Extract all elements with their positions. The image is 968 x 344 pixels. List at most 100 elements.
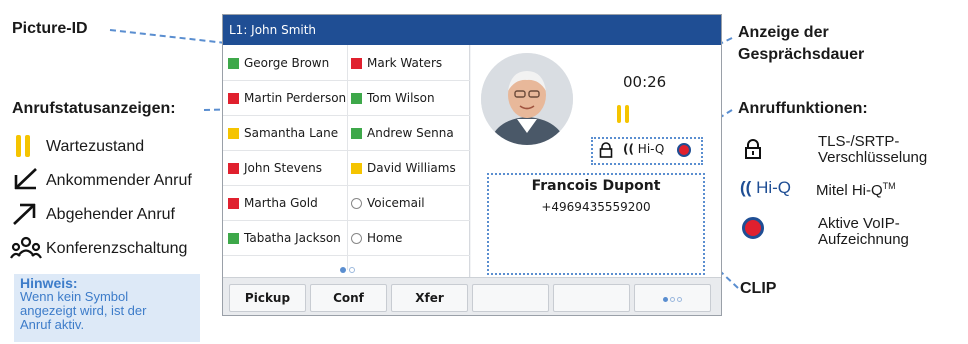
contact-name: David Williams [367, 161, 456, 175]
contact-andrew-senna[interactable]: Andrew Senna [351, 117, 454, 149]
caller-avatar-icon [481, 53, 573, 145]
column-divider [347, 45, 348, 270]
xfer-softkey[interactable]: Xfer [391, 284, 468, 312]
hiq-label: Mitel Hi-QTM [816, 181, 896, 199]
contact-tabatha-jackson[interactable]: Tabatha Jackson [228, 222, 341, 254]
voip-label: Aktive VoIP- Aufzeichnung [818, 216, 909, 248]
line-label: L1: John Smith [223, 15, 721, 45]
contact-name: John Stevens [244, 161, 322, 175]
hiq-badge-text: Hi-Q [637, 142, 665, 156]
note-line-1: Wenn kein Symbol [20, 289, 129, 304]
encryption-lock-icon [599, 142, 613, 158]
voip-label-line-2: Aufzeichnung [818, 231, 909, 248]
call-status-title: Anrufstatusanzeigen: [12, 100, 176, 117]
incoming-call-icon [14, 168, 37, 190]
softkey-page-dot [677, 297, 682, 302]
caller-number: +4969435559200 [541, 200, 651, 214]
recording-icon [742, 217, 764, 239]
status-icon-available [228, 232, 239, 244]
legend-conference-label: Konferenzschaltung [46, 240, 188, 257]
caller-name: Francois Dupont [531, 178, 661, 194]
call-duration: 00:26 [623, 73, 667, 91]
call-pane: 00:26 (( Hi-Q Francois Dupont +496943555… [471, 45, 721, 277]
status-icon-busy [228, 197, 239, 209]
hold-status-icon [617, 105, 631, 123]
hiq-logo: (( Hi-Q [740, 178, 791, 198]
hold-bar [617, 105, 621, 123]
status-icon-busy [228, 162, 239, 174]
call-duration-line-1: Anzeige der [738, 24, 829, 41]
contact-mark-waters[interactable]: Mark Waters [351, 47, 442, 79]
hiq-tm: TM [882, 181, 896, 191]
row-divider [223, 255, 470, 256]
status-icon-busy [228, 92, 239, 104]
call-duration-line-2: Gesprächsdauer [738, 46, 865, 63]
radio-icon [351, 197, 362, 209]
contact-home[interactable]: Home [351, 222, 402, 254]
lock-icon [745, 139, 761, 159]
hiq-label-text: Mitel Hi-Q [816, 182, 883, 199]
page-indicator [349, 267, 355, 273]
contact-name: Andrew Senna [367, 126, 454, 140]
softkey-page-dot-active [663, 297, 668, 302]
contact-martin-perderson[interactable]: Martin Perderson [228, 82, 346, 114]
contact-tom-wilson[interactable]: Tom Wilson [351, 82, 435, 114]
softkey-page-dot [670, 297, 675, 302]
legend-hold-label: Wartezustand [46, 138, 145, 155]
recording-status-icon [677, 143, 691, 157]
tls-label-line-2: Verschlüsselung [818, 149, 928, 166]
contact-name: Home [367, 231, 403, 245]
status-icon-ringing [228, 127, 239, 139]
legend-incoming-label: Ankommender Anruf [46, 172, 192, 189]
contact-name: Martha Gold [244, 196, 318, 210]
conference-icon [10, 236, 42, 259]
note-box: Hinweis: Wenn kein Symbol angezeigt wird… [14, 274, 200, 342]
call-duration-annotation: Anzeige der Gesprächsdauer [738, 22, 864, 66]
status-icon-available [351, 92, 362, 104]
note-line-3: Anruf aktiv. [20, 317, 85, 332]
call-features-title: Anruffunktionen: [738, 100, 868, 117]
contact-george-brown[interactable]: George Brown [228, 47, 329, 79]
row-divider [223, 220, 470, 221]
softkey-bar: Pickup Conf Xfer [223, 277, 721, 315]
note-title: Hinweis: [20, 275, 78, 291]
status-icon-ringing [351, 162, 362, 174]
hold-icon-bar [25, 135, 30, 157]
status-icon-available [228, 57, 239, 69]
caller-picture [481, 53, 573, 145]
contact-name: Samantha Lane [244, 126, 339, 140]
hiq-waves-icon: (( [740, 178, 752, 197]
row-divider [223, 115, 470, 116]
status-icon-available [351, 127, 362, 139]
status-icon-busy [351, 57, 362, 69]
phone-screen: L1: John Smith George Brown Martin Perde… [222, 14, 722, 316]
tls-label-line-1: TLS-/SRTP- [818, 133, 900, 150]
contact-name: Tabatha Jackson [244, 231, 341, 245]
empty-softkey[interactable] [553, 284, 630, 312]
row-divider [223, 80, 470, 81]
legend-outgoing-label: Abgehender Anruf [46, 206, 175, 223]
contact-name: Voicemail [367, 196, 425, 210]
empty-softkey[interactable] [472, 284, 549, 312]
hiq-badge: (( Hi-Q [623, 142, 664, 156]
row-divider [223, 150, 470, 151]
contact-list: George Brown Martin Perderson Samantha L… [223, 45, 470, 277]
contact-john-stevens[interactable]: John Stevens [228, 152, 322, 184]
contact-name: Mark Waters [367, 56, 443, 70]
contact-martha-gold[interactable]: Martha Gold [228, 187, 318, 219]
note-line-2: angezeigt wird, ist der [20, 303, 147, 318]
tls-label: TLS-/SRTP- Verschlüsselung [818, 134, 927, 166]
pickup-softkey[interactable]: Pickup [229, 284, 306, 312]
voip-label-line-1: Aktive VoIP- [818, 215, 900, 232]
more-softkey[interactable] [634, 284, 711, 312]
contact-voicemail[interactable]: Voicemail [351, 187, 425, 219]
contact-samantha-lane[interactable]: Samantha Lane [228, 117, 338, 149]
picture-id-label: Picture-ID [12, 20, 88, 37]
contact-david-williams[interactable]: David Williams [351, 152, 456, 184]
hiq-logo-text: Hi-Q [756, 178, 792, 197]
contact-name: George Brown [244, 56, 330, 70]
hold-icon [16, 135, 21, 157]
conf-softkey[interactable]: Conf [310, 284, 387, 312]
contact-name: Martin Perderson [244, 91, 347, 105]
clip-label: CLIP [740, 280, 777, 297]
